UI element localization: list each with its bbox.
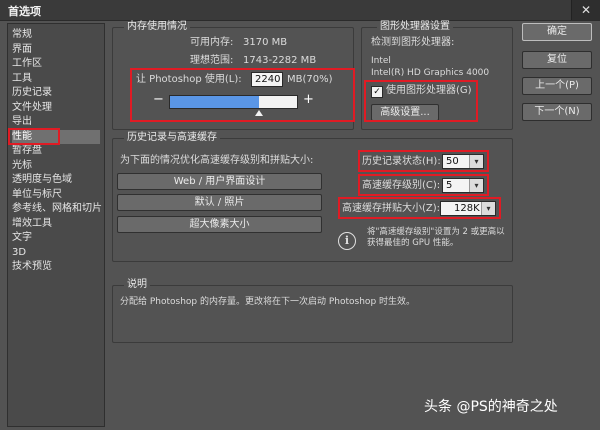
info-icon: i <box>338 232 356 250</box>
description-text: 分配给 Photoshop 的内存量。更改将在下一次启动 Photoshop 时… <box>120 297 416 307</box>
reset-button[interactable]: 复位 <box>522 51 592 69</box>
cache-hint-text: 将"高速缓存级别"设置为 2 或更高以获得最佳的 GPU 性能。 <box>367 227 505 248</box>
close-button[interactable]: ✕ <box>571 0 600 20</box>
cache-levels-highlight-box <box>358 174 489 196</box>
nav-item[interactable]: 文件处理 <box>12 101 100 115</box>
nav-item[interactable]: 文字 <box>12 231 100 245</box>
preset-web-ui-button[interactable]: Web / 用户界面设计 <box>117 173 322 190</box>
ideal-range-label: 理想范围: <box>190 55 234 66</box>
watermark: 头条 @PS的神奇之处 <box>424 399 558 415</box>
gpu-model: Intel(R) HD Graphics 4000 <box>371 68 490 78</box>
nav-item[interactable]: 工具 <box>12 72 100 86</box>
gpu-settings-title: 图形处理器设置 <box>377 21 453 33</box>
preset-default-photo-button[interactable]: 默认 / 照片 <box>117 194 322 211</box>
ok-button[interactable]: 确定 <box>522 23 592 41</box>
nav-item[interactable]: 历史记录 <box>12 86 100 100</box>
available-memory-label: 可用内存: <box>190 37 234 48</box>
gpu-vendor: Intel <box>371 56 391 66</box>
title-bar <box>0 0 600 21</box>
description-panel <box>112 285 513 343</box>
nav-item[interactable]: 暂存盘 <box>12 144 100 158</box>
gpu-detected-label: 检测到图形处理器: <box>371 37 455 48</box>
optimize-for-label: 为下面的情况优化高速缓存级别和拼贴大小: <box>120 155 314 166</box>
nav-item[interactable]: 技术预览 <box>12 260 100 274</box>
nav-highlight-box <box>8 127 60 145</box>
nav-item[interactable]: 单位与标尺 <box>12 188 100 202</box>
preferences-nav: 常规 界面 工作区 工具 历史记录 文件处理 导出 性能 暂存盘 光标 透明度与色域 单位与标尺 参考线… <box>7 23 105 427</box>
nav-item[interactable]: 光标 <box>12 159 100 173</box>
memory-highlight-box <box>130 68 355 122</box>
gpu-highlight-box <box>364 80 478 122</box>
ideal-range-value: 1743-2282 MB <box>243 55 317 66</box>
nav-item[interactable]: 界面 <box>12 43 100 57</box>
next-button[interactable]: 下一个(N) <box>522 103 592 121</box>
history-cache-title: 历史记录与高速缓存 <box>124 132 220 144</box>
nav-item[interactable]: 常规 <box>12 28 100 42</box>
nav-item[interactable]: 参考线、网格和切片 <box>12 202 102 216</box>
window-title: 首选项 <box>8 5 41 18</box>
nav-item[interactable]: 3D <box>12 246 100 260</box>
tile-size-highlight-box <box>338 197 501 219</box>
nav-item[interactable]: 工作区 <box>12 57 100 71</box>
nav-item[interactable]: 透明度与色域 <box>12 173 100 187</box>
preset-huge-pixels-button[interactable]: 超大像素大小 <box>117 216 322 233</box>
memory-usage-title: 内存使用情况 <box>124 21 190 33</box>
history-states-highlight-box <box>358 150 489 172</box>
prev-button[interactable]: 上一个(P) <box>522 77 592 95</box>
description-title: 说明 <box>124 279 150 291</box>
available-memory-value: 3170 MB <box>243 37 288 48</box>
nav-item[interactable]: 增效工具 <box>12 217 100 231</box>
